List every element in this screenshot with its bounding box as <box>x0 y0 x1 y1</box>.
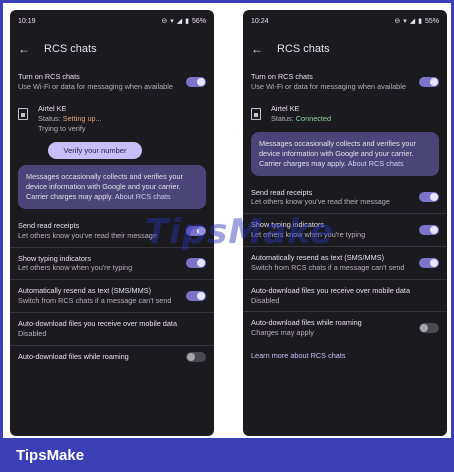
sim-card-icon <box>251 107 261 120</box>
status-bar: 10:19 ⊖ ▾ ◢ ▮ 56% <box>10 10 214 32</box>
info-card: Messages occasionally collects and verif… <box>18 165 206 209</box>
status-icons: ⊖ ▾ ◢ ▮ 55% <box>394 17 439 26</box>
status-icons: ⊖ ▾ ◢ ▮ 56% <box>161 17 206 26</box>
sim-name: Airtel KE <box>271 103 300 113</box>
mobile-data-download-subtitle: Disabled <box>18 328 47 338</box>
rcs-toggle-row[interactable]: Turn on RCS chats Use Wi-Fi or data for … <box>243 66 447 98</box>
about-rcs-link[interactable]: About RCS chats <box>348 159 404 168</box>
brand-name: TipsMake <box>16 446 85 464</box>
roaming-download-switch[interactable] <box>419 323 439 334</box>
rcs-toggle-switch[interactable] <box>419 76 439 87</box>
rcs-toggle-subtitle: Use Wi-Fi or data for messaging when ava… <box>18 81 173 91</box>
signal-icon: ◢ <box>409 18 416 25</box>
back-arrow-icon[interactable]: ← <box>18 42 36 56</box>
resend-sms-title: Automatically resend as text (SMS/MMS) <box>251 253 385 262</box>
verify-number-button[interactable]: Verify your number <box>48 142 142 160</box>
mobile-data-download-row[interactable]: Auto-download files you receive over mob… <box>10 311 214 345</box>
clock: 10:24 <box>251 17 269 25</box>
status-label: Status: <box>38 113 61 123</box>
back-arrow-icon[interactable]: ← <box>251 42 269 56</box>
app-bar: ← RCS chats <box>243 32 447 66</box>
watermark: TipsMake <box>145 212 334 252</box>
learn-more-link[interactable]: Learn more about RCS chats <box>243 344 447 367</box>
status-value: Setting up... <box>62 113 102 123</box>
verification-progress: Trying to verify <box>38 124 86 134</box>
mobile-data-download-row[interactable]: Auto-download files you receive over mob… <box>243 278 447 312</box>
page-title: RCS chats <box>44 43 97 55</box>
read-receipts-title: Send read receipts <box>251 187 313 197</box>
rcs-toggle-title: Turn on RCS chats <box>251 72 313 81</box>
wifi-icon: ▾ <box>403 18 407 25</box>
clock: 10:19 <box>18 17 36 25</box>
roaming-download-title: Auto-download files while roaming <box>18 351 129 361</box>
rcs-toggle-row[interactable]: Turn on RCS chats Use Wi-Fi or data for … <box>10 66 214 98</box>
brand-footer: TipsMake <box>0 438 454 472</box>
roaming-download-row[interactable]: Auto-download files while roaming Charge… <box>243 311 447 344</box>
signal-icon: ◢ <box>176 18 183 25</box>
mobile-data-download-subtitle: Disabled <box>251 295 280 305</box>
mobile-data-download-title: Auto-download files you receive over mob… <box>251 285 410 295</box>
resend-sms-subtitle: Switch from RCS chats if a message can't… <box>18 296 172 306</box>
sim-name: Airtel KE <box>38 103 67 113</box>
resend-sms-switch[interactable] <box>186 291 206 302</box>
read-receipts-row[interactable]: Send read receipts Let others know you'v… <box>243 182 447 214</box>
rcs-toggle-title: Turn on RCS chats <box>18 72 80 81</box>
battery-icon: ▮ <box>185 18 189 25</box>
sim-card-icon <box>18 107 28 120</box>
status-value: Connected <box>295 113 332 123</box>
battery-level: 56% <box>191 17 206 25</box>
read-receipts-switch[interactable] <box>419 192 439 203</box>
roaming-download-subtitle: Charges may apply <box>251 328 314 338</box>
battery-icon: ▮ <box>418 18 422 25</box>
mobile-data-download-title: Auto-download files you receive over mob… <box>18 318 177 328</box>
roaming-download-row[interactable]: Auto-download files while roaming <box>10 344 214 368</box>
rcs-toggle-subtitle: Use Wi-Fi or data for messaging when ava… <box>251 81 406 91</box>
roaming-download-switch[interactable] <box>186 351 206 362</box>
typing-indicators-title: Show typing indicators <box>18 253 92 263</box>
roaming-download-title: Auto-download files while roaming <box>251 318 362 328</box>
sim-status-block: Airtel KE Status: Connected <box>243 98 447 128</box>
page-title: RCS chats <box>277 43 330 55</box>
resend-sms-title: Automatically resend as text (SMS/MMS) <box>18 286 152 296</box>
dnd-icon: ⊖ <box>161 18 168 25</box>
resend-sms-subtitle: Switch from RCS chats if a message can't… <box>251 262 405 272</box>
sim-status: Status: Setting up... <box>38 114 102 124</box>
typing-indicators-switch[interactable] <box>186 258 206 269</box>
sim-status: Status: Connected <box>271 114 331 124</box>
dnd-icon: ⊖ <box>394 18 401 25</box>
status-bar: 10:24 ⊖ ▾ ◢ ▮ 55% <box>243 10 447 32</box>
about-rcs-link[interactable]: About RCS chats <box>115 192 171 201</box>
typing-indicators-switch[interactable] <box>419 225 439 236</box>
sim-status-block: Airtel KE Status: Setting up... Trying t… <box>10 98 214 139</box>
resend-sms-switch[interactable] <box>419 257 439 268</box>
resend-sms-row[interactable]: Automatically resend as text (SMS/MMS) S… <box>10 279 214 312</box>
status-label: Status: <box>271 113 294 123</box>
app-bar: ← RCS chats <box>10 32 214 66</box>
info-card: Messages occasionally collects and verif… <box>251 132 439 176</box>
rcs-toggle-switch[interactable] <box>186 76 206 87</box>
battery-level: 55% <box>424 17 439 25</box>
wifi-icon: ▾ <box>170 18 174 25</box>
typing-indicators-subtitle: Let others know when you're typing <box>18 263 133 273</box>
read-receipts-subtitle: Let others know you've read their messag… <box>251 197 390 207</box>
